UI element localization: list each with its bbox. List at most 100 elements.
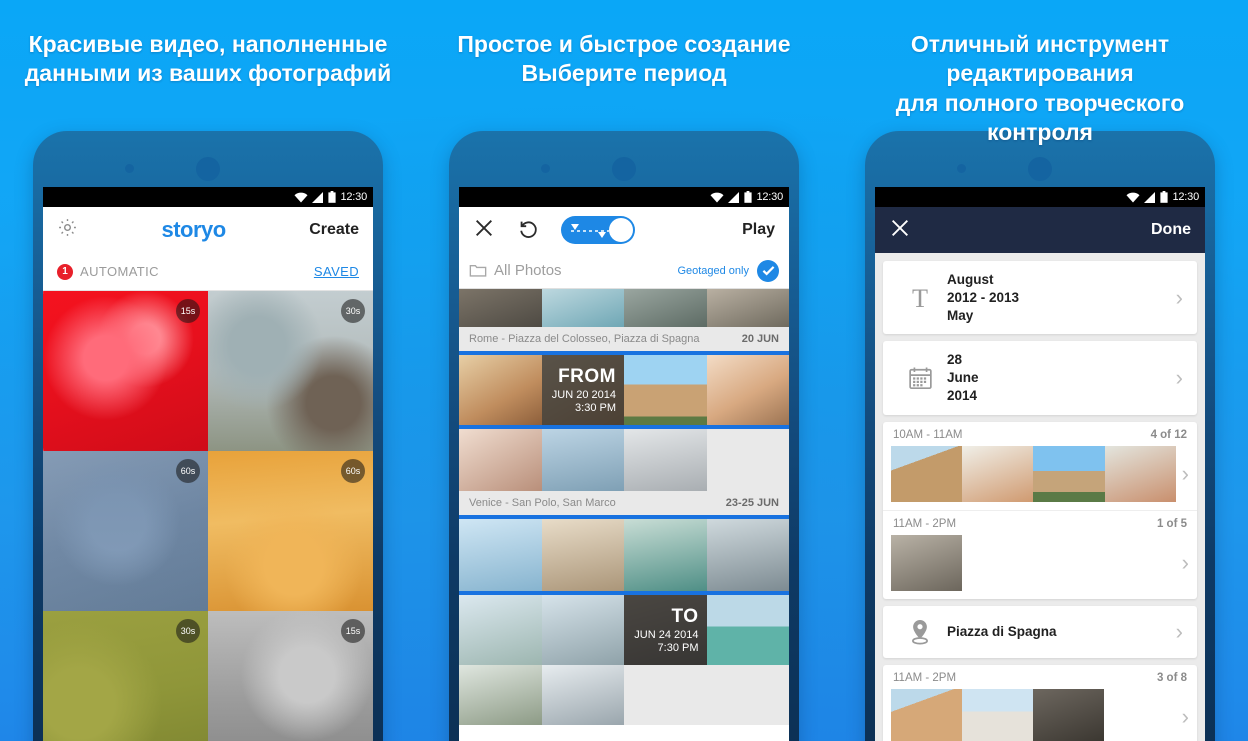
photo-strip-selected[interactable]: FROM JUN 20 2014 3:30 PM <box>459 351 789 429</box>
photo-strip[interactable] <box>459 289 789 327</box>
time-group-card[interactable]: 10AM - 11AM 4 of 12 › 11AM - 2PM 1 of 5 … <box>883 421 1197 599</box>
toggle-knob <box>609 218 633 242</box>
photo-cell[interactable] <box>459 595 542 665</box>
place-card[interactable]: Piazza di Spagna › <box>883 605 1197 658</box>
status-clock-1: 12:30 <box>340 191 367 203</box>
photo-cell[interactable] <box>459 665 542 725</box>
time-group-row[interactable]: › <box>883 445 1197 510</box>
photo-strip[interactable] <box>459 429 789 491</box>
chevron-right-icon: › <box>1175 365 1183 391</box>
story-tile[interactable]: 60s June 2013 2014 August <box>43 451 208 611</box>
geotagged-filter[interactable]: Geotaged only <box>677 259 779 282</box>
story-grid: 15s Saturday Morning Jun 18, 2014 30s Ma… <box>43 291 373 741</box>
photo-cell[interactable] <box>624 355 707 425</box>
status-clock-2: 12:30 <box>756 191 783 203</box>
photo-cell[interactable] <box>541 429 624 491</box>
photo-strip[interactable]: TO JUN 24 2014 7:30 PM <box>459 591 789 665</box>
photo-cell[interactable] <box>541 595 624 665</box>
undo-icon[interactable] <box>517 217 539 244</box>
photo-cell[interactable] <box>706 289 789 327</box>
photo-cell[interactable] <box>624 519 707 591</box>
create-button[interactable]: Create <box>309 221 359 239</box>
photo-cell[interactable] <box>706 595 789 665</box>
chevron-right-icon: › <box>1181 460 1189 486</box>
phone-device-3: 12:30 Done T August 2012 - 2013 May › 28… <box>865 131 1215 741</box>
photo-cell[interactable] <box>706 355 789 425</box>
thumbnail[interactable] <box>891 445 963 502</box>
photo-cell[interactable] <box>541 665 624 725</box>
title-card[interactable]: T August 2012 - 2013 May › <box>883 261 1197 335</box>
play-button[interactable]: Play <box>742 221 775 239</box>
battery-icon <box>328 191 337 203</box>
photo-cell[interactable] <box>624 429 707 491</box>
tab-saved[interactable]: SAVED <box>314 264 359 279</box>
marker-date: JUN 20 2014 <box>551 389 616 401</box>
phone-screen-1: 12:30 storyo Create 1 AUTOMATIC SAVED 15… <box>43 187 373 741</box>
time-group-row[interactable]: › <box>883 688 1197 741</box>
headline-1: Красивые видео, наполненные данными из в… <box>24 31 392 87</box>
photo-cell[interactable] <box>459 355 542 425</box>
marker-label: TO <box>671 606 699 627</box>
photo-cell-marker[interactable]: TO JUN 24 2014 7:30 PM <box>624 595 707 665</box>
story-tile[interactable]: 15s Saturday Morning Jun 18, 2014 <box>43 291 208 451</box>
gear-icon[interactable] <box>57 217 78 243</box>
thumb-strip[interactable] <box>891 534 1176 591</box>
story-tile[interactable]: 30s May – – Aug 2014 <box>208 291 373 451</box>
photo-cell[interactable] <box>459 429 542 491</box>
time-group-row[interactable]: › <box>883 534 1197 599</box>
sub-bar-2: All Photos Geotaged only <box>459 253 789 289</box>
thumbnail[interactable] <box>1033 688 1105 741</box>
photo-cell[interactable] <box>459 519 542 591</box>
thumbnail[interactable] <box>891 688 963 741</box>
check-icon[interactable] <box>757 259 779 282</box>
thumb-strip[interactable] <box>891 688 1176 741</box>
photo-cell[interactable] <box>706 519 789 591</box>
photo-cell[interactable] <box>541 289 624 327</box>
all-photos-selector[interactable]: All Photos <box>469 262 562 279</box>
photo-cell[interactable] <box>541 519 624 591</box>
date-card[interactable]: 28 June 2014 › <box>883 341 1197 415</box>
story-duration: 60s <box>176 459 200 483</box>
phone-device-2: 12:30 Play All Photos Geotaged only Rome… <box>449 131 799 741</box>
close-icon[interactable] <box>889 217 911 244</box>
signal-icon <box>312 191 324 203</box>
geotagged-label: Geotaged only <box>677 264 749 277</box>
thumbnail[interactable] <box>962 688 1034 741</box>
signal-icon <box>1144 191 1156 203</box>
speaker-icon <box>196 157 220 181</box>
photo-strip-selected[interactable] <box>459 515 789 591</box>
app-logo: storyo <box>161 217 226 242</box>
thumbnail[interactable] <box>962 445 1034 502</box>
time-range: 11AM - 2PM <box>893 671 957 684</box>
time-group-header: 10AM - 11AM 4 of 12 <box>883 429 1197 446</box>
photo-cell-empty <box>624 665 707 725</box>
calendar-icon <box>893 365 947 392</box>
tab-automatic[interactable]: 1 AUTOMATIC <box>57 263 159 280</box>
thumbnail[interactable] <box>1104 445 1176 502</box>
close-icon[interactable] <box>473 217 495 244</box>
speaker-icon <box>612 157 636 181</box>
time-range: 10AM - 11AM <box>893 428 963 441</box>
thumb-strip[interactable] <box>891 445 1176 502</box>
story-tile[interactable]: 15s Aug 02 – – Nov 30 2014 <box>208 611 373 741</box>
time-group-card[interactable]: 11AM - 2PM 3 of 8 › <box>883 664 1197 741</box>
thumbnail[interactable] <box>891 534 963 591</box>
photo-cell[interactable] <box>459 289 542 327</box>
photo-cell-marker[interactable]: FROM JUN 20 2014 3:30 PM <box>541 355 624 425</box>
photo-count: 4 of 12 <box>1150 428 1187 441</box>
photo-strip[interactable] <box>459 665 789 725</box>
all-photos-label: All Photos <box>494 262 562 279</box>
done-button[interactable]: Done <box>1151 221 1191 239</box>
photo-cell[interactable] <box>624 289 707 327</box>
marker-time: 3:30 PM <box>575 402 616 414</box>
story-tile[interactable]: 30s Berlin Jun 21-23, 2014 <box>43 611 208 741</box>
story-tile[interactable]: 60s 10-27 August 2014 <box>208 451 373 611</box>
status-bar-1: 12:30 <box>43 187 373 207</box>
time-range: 11AM - 2PM <box>893 517 957 530</box>
group-date: 23-25 JUN <box>725 497 779 509</box>
chevron-right-icon: › <box>1181 703 1189 729</box>
editor-list: T August 2012 - 2013 May › 28 June 2014 … <box>875 253 1205 741</box>
thumbnail[interactable] <box>1033 445 1105 502</box>
range-toggle[interactable] <box>561 216 635 244</box>
range-end-overlay: TO JUN 24 2014 7:30 PM <box>624 595 707 665</box>
